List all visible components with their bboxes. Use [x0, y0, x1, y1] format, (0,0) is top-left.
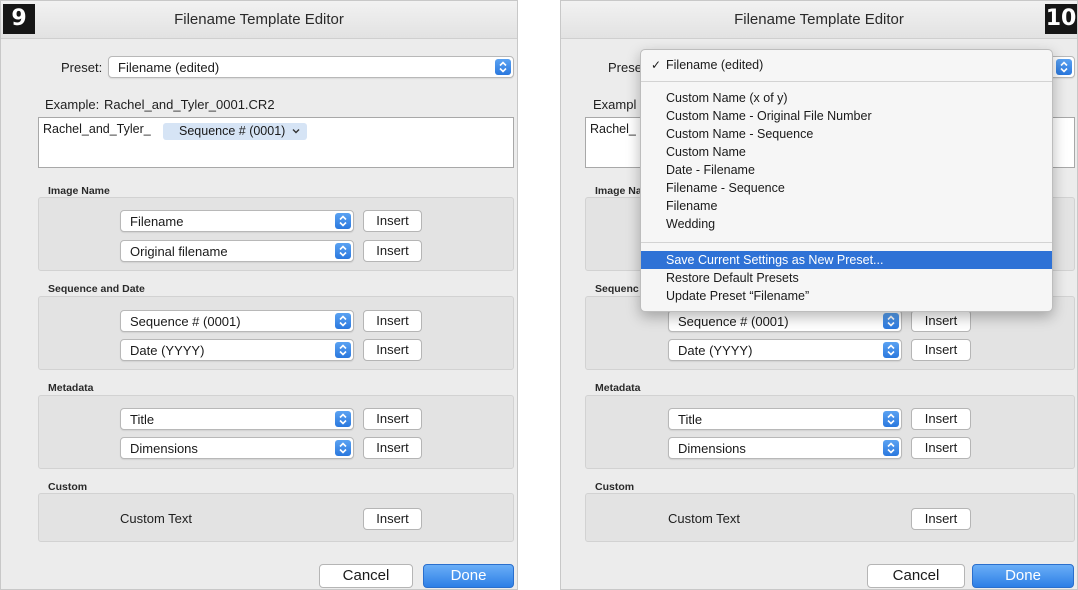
select-value: Title: [678, 412, 703, 427]
preset-label: Preset:: [61, 60, 103, 75]
insert-button[interactable]: Insert: [911, 408, 971, 430]
insert-button[interactable]: Insert: [911, 508, 971, 530]
done-button[interactable]: Done: [423, 564, 514, 588]
menu-item-update-preset[interactable]: Update Preset “Filename”: [641, 287, 1052, 305]
insert-button[interactable]: Insert: [363, 339, 422, 361]
custom-group: [585, 493, 1075, 542]
stepper-icon: [335, 440, 351, 456]
select-value: Original filename: [130, 244, 228, 259]
dialog-step-10: Filename Template Editor 10 Prese Exampl…: [560, 0, 1078, 590]
select-value: Date (YYYY): [678, 343, 753, 358]
chevron-down-icon: [292, 129, 300, 134]
section-label-image-name: Image Name: [48, 185, 110, 197]
stepper-icon: [1056, 59, 1072, 75]
menu-item-preset[interactable]: Custom Name - Sequence: [641, 125, 1052, 143]
custom-text-label: Custom Text: [120, 511, 193, 526]
menu-item-restore-presets[interactable]: Restore Default Presets: [641, 269, 1052, 287]
section-label-custom: Custom: [48, 481, 88, 493]
dialog-title: Filename Template Editor: [734, 11, 904, 28]
custom-text-label: Custom Text: [668, 511, 741, 526]
date-select[interactable]: Date (YYYY): [668, 339, 902, 361]
stepper-icon: [883, 342, 899, 358]
insert-button[interactable]: Insert: [363, 240, 422, 262]
stepper-icon: [883, 440, 899, 456]
menu-item-preset[interactable]: Date - Filename: [641, 161, 1052, 179]
insert-button[interactable]: Insert: [363, 408, 422, 430]
cancel-button[interactable]: Cancel: [867, 564, 965, 588]
preset-value: Filename (edited): [118, 60, 220, 75]
example-value: Rachel_and_Tyler_0001.CR2: [104, 97, 275, 112]
custom-group: [38, 493, 514, 542]
menu-item-preset[interactable]: Custom Name - Original File Number: [641, 107, 1052, 125]
section-label-sequence-date: Sequence and Date: [48, 283, 145, 295]
select-value: Date (YYYY): [130, 343, 205, 358]
insert-button[interactable]: Insert: [363, 437, 422, 459]
stepper-icon: [495, 59, 511, 75]
dialog-step-9: Filename Template Editor 9 Preset: Filen…: [0, 0, 518, 590]
sequence-token[interactable]: Sequence # (0001): [163, 123, 307, 140]
section-label-sequence-date: Sequenc: [595, 283, 639, 295]
stepper-icon: [335, 213, 351, 229]
template-text: Rachel_and_Tyler_: [43, 122, 151, 136]
metadata-select-1[interactable]: Title: [668, 408, 902, 430]
select-value: Sequence # (0001): [678, 314, 789, 329]
section-label-metadata: Metadata: [48, 382, 94, 394]
insert-button[interactable]: Insert: [363, 508, 422, 530]
preset-dropdown[interactable]: Filename (edited): [108, 56, 514, 78]
stepper-icon: [335, 342, 351, 358]
menu-item-preset[interactable]: Filename - Sequence: [641, 179, 1052, 197]
menu-item-preset[interactable]: Custom Name (x of y): [641, 89, 1052, 107]
metadata-select-1[interactable]: Title: [120, 408, 354, 430]
insert-button[interactable]: Insert: [911, 310, 971, 332]
title-bar: Filename Template Editor: [561, 1, 1077, 39]
preset-menu: ✓ Filename (edited) Custom Name (x of y)…: [640, 49, 1053, 312]
menu-item-save-preset[interactable]: Save Current Settings as New Preset...: [641, 251, 1052, 269]
sequence-select[interactable]: Sequence # (0001): [668, 310, 902, 332]
checkmark-icon: ✓: [651, 58, 662, 72]
insert-button[interactable]: Insert: [363, 210, 422, 232]
stepper-icon: [335, 411, 351, 427]
date-select[interactable]: Date (YYYY): [120, 339, 354, 361]
metadata-select-2[interactable]: Dimensions: [668, 437, 902, 459]
menu-separator: [641, 81, 1052, 82]
menu-item-current-preset[interactable]: ✓ Filename (edited): [641, 56, 1052, 74]
section-label-image-name: Image Na: [595, 185, 642, 197]
image-name-select-1[interactable]: Filename: [120, 210, 354, 232]
sequence-select[interactable]: Sequence # (0001): [120, 310, 354, 332]
menu-separator: [641, 242, 1052, 243]
insert-button[interactable]: Insert: [911, 339, 971, 361]
stepper-icon: [335, 313, 351, 329]
select-value: Title: [130, 412, 155, 427]
step-badge: 9: [3, 4, 35, 34]
select-value: Dimensions: [130, 441, 198, 456]
dialog-title: Filename Template Editor: [174, 11, 344, 28]
title-bar: Filename Template Editor: [1, 1, 517, 39]
example-label: Exampl: [593, 97, 637, 112]
preset-label: Prese: [608, 60, 642, 75]
stepper-icon: [335, 243, 351, 259]
select-value: Filename: [130, 214, 184, 229]
menu-item-preset[interactable]: Custom Name: [641, 143, 1052, 161]
insert-button[interactable]: Insert: [911, 437, 971, 459]
menu-item-label: Filename (edited): [666, 58, 764, 72]
cancel-button[interactable]: Cancel: [319, 564, 413, 588]
example-label: Example:: [45, 97, 100, 112]
step-badge: 10: [1045, 4, 1077, 34]
section-label-metadata: Metadata: [595, 382, 641, 394]
section-label-custom: Custom: [595, 481, 635, 493]
stepper-icon: [883, 313, 899, 329]
template-text: Rachel_: [590, 122, 636, 136]
metadata-select-2[interactable]: Dimensions: [120, 437, 354, 459]
menu-item-preset[interactable]: Filename: [641, 197, 1052, 215]
insert-button[interactable]: Insert: [363, 310, 422, 332]
image-name-select-2[interactable]: Original filename: [120, 240, 354, 262]
menu-item-preset[interactable]: Wedding: [641, 215, 1052, 233]
stepper-icon: [883, 411, 899, 427]
done-button[interactable]: Done: [972, 564, 1074, 588]
token-label: Sequence # (0001): [179, 124, 286, 138]
select-value: Sequence # (0001): [130, 314, 241, 329]
template-field[interactable]: Rachel_and_Tyler_ Sequence # (0001): [38, 117, 514, 168]
select-value: Dimensions: [678, 441, 746, 456]
